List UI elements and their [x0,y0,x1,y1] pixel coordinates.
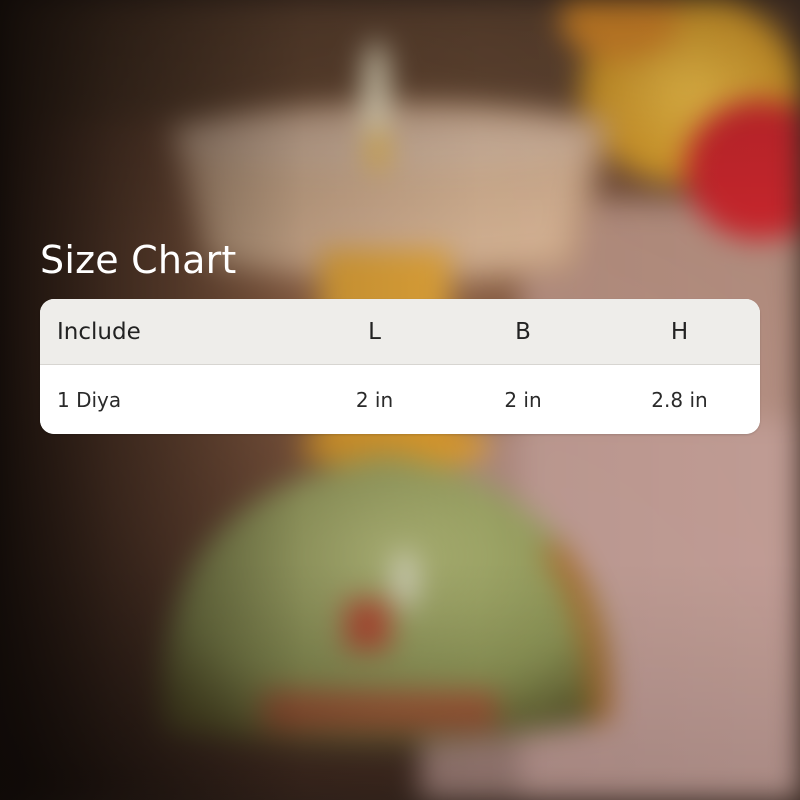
cell-length: 2 in [355,387,394,412]
size-chart-title: Size Chart [40,238,237,282]
size-chart-table: Include L B H 1 Diya 2 in 2 in 2.8 in [40,299,760,434]
cell-breadth: 2 in [504,387,542,412]
header-breadth: B [515,318,531,345]
header-height: H [670,318,689,345]
header-include: Include [57,318,141,345]
table-header-row: Include L B H [40,299,760,365]
header-length: L [368,318,381,345]
cell-height: 2.8 in [651,387,708,412]
table-row: 1 Diya 2 in 2 in 2.8 in [40,365,760,434]
size-chart-canvas: Size Chart Include L B H 1 Diya 2 in 2 i… [0,0,800,800]
cell-include: 1 Diya [57,387,122,412]
